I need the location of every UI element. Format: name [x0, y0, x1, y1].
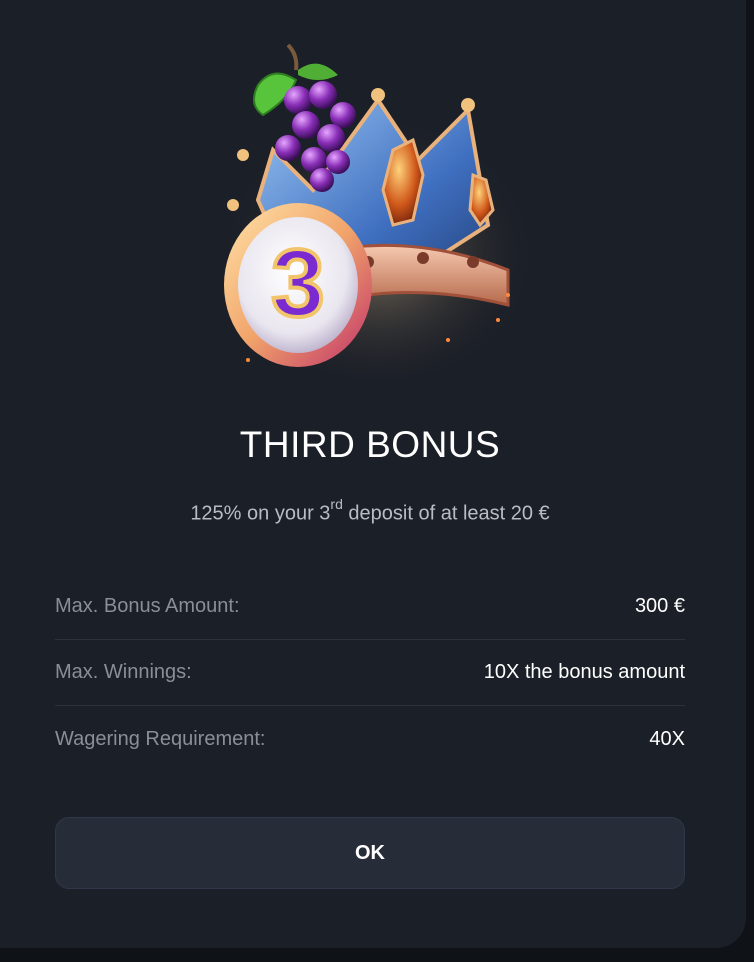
bonus-details: Max. Bonus Amount: 300 € Max. Winnings: … — [55, 574, 685, 772]
crown-grapes-badge-icon: 3 — [218, 43, 538, 380]
detail-value: 40X — [649, 727, 685, 750]
detail-label: Wagering Requirement: — [55, 727, 266, 750]
bonus-subtitle: 125% on your 3rd deposit of at least 20 … — [0, 496, 740, 526]
bonus-modal: 3 THIRD BONUS 125% on your 3rd deposit o… — [0, 0, 746, 948]
detail-label: Max. Bonus Amount: — [55, 595, 240, 617]
bonus-title: THIRD BONUS — [239, 424, 501, 465]
detail-row-wagering: Wagering Requirement: 40X — [55, 706, 685, 772]
subtitle-suffix: deposit of at least 20 € — [342, 502, 550, 525]
badge-number: 3 — [271, 230, 324, 337]
detail-value: 300 € — [634, 595, 685, 617]
ok-button[interactable]: OK — [55, 817, 685, 889]
subtitle-prefix: 125% on your 3 — [190, 502, 331, 525]
detail-value: 10X the bonus amount — [483, 661, 685, 683]
detail-row-max-bonus: Max. Bonus Amount: 300 € — [55, 574, 685, 640]
detail-row-max-winnings: Max. Winnings: 10X the bonus amount — [55, 640, 685, 706]
subtitle-ordinal: rd — [330, 496, 343, 512]
detail-label: Max. Winnings: — [55, 661, 192, 683]
